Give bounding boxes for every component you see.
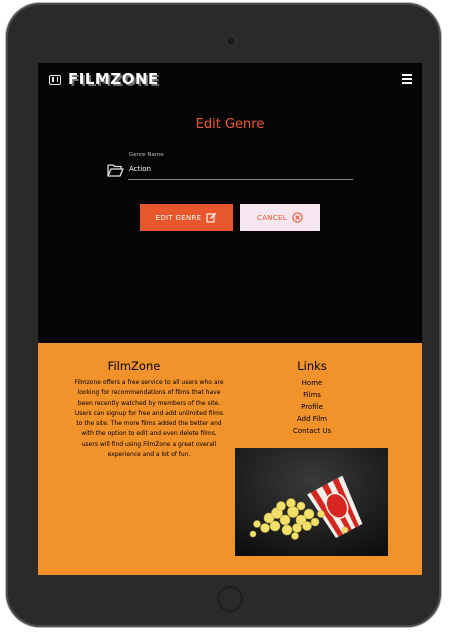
footer-link-add-film[interactable]: Add Film — [234, 413, 390, 425]
footer: FilmZone Filmzone offers a free service … — [38, 343, 422, 575]
footer-link-contact-us[interactable]: Contact Us — [234, 425, 390, 437]
tablet-frame: FILMZONE Edit Genre Genre Name Action ED… — [6, 3, 441, 627]
cancel-label: CANCEL — [257, 213, 287, 222]
genre-name-input[interactable]: Action — [129, 165, 151, 173]
home-button[interactable] — [217, 586, 243, 612]
footer-link-profile[interactable]: Profile — [234, 401, 390, 413]
page-title: Edit Genre — [195, 117, 265, 132]
edit-genre-label: EDIT GENRE — [155, 213, 202, 222]
footer-links: Home Films Profile Add Film Contact Us — [234, 377, 390, 437]
about-text: Filmzone offers a free service to all us… — [74, 379, 224, 459]
genre-name-label: Genre Name — [129, 152, 164, 158]
close-circle-icon — [292, 212, 303, 223]
screen: FILMZONE Edit Genre Genre Name Action ED… — [38, 63, 422, 575]
navbar: FILMZONE — [38, 63, 422, 97]
edit-genre-button[interactable]: EDIT GENRE — [140, 204, 233, 231]
links-title: Links — [297, 359, 327, 373]
footer-link-home[interactable]: Home — [234, 377, 390, 389]
popcorn-image — [235, 448, 388, 556]
brand-logo[interactable]: FILMZONE — [68, 70, 159, 88]
camera-icon — [226, 36, 236, 46]
footer-link-films[interactable]: Films — [234, 389, 390, 401]
cancel-button[interactable]: CANCEL — [240, 204, 320, 231]
about-title: FilmZone — [107, 359, 161, 373]
hamburger-icon[interactable] — [402, 74, 412, 84]
edit-icon — [206, 213, 217, 223]
input-underline — [128, 179, 353, 180]
folder-open-icon — [107, 164, 124, 177]
film-icon — [49, 75, 61, 85]
